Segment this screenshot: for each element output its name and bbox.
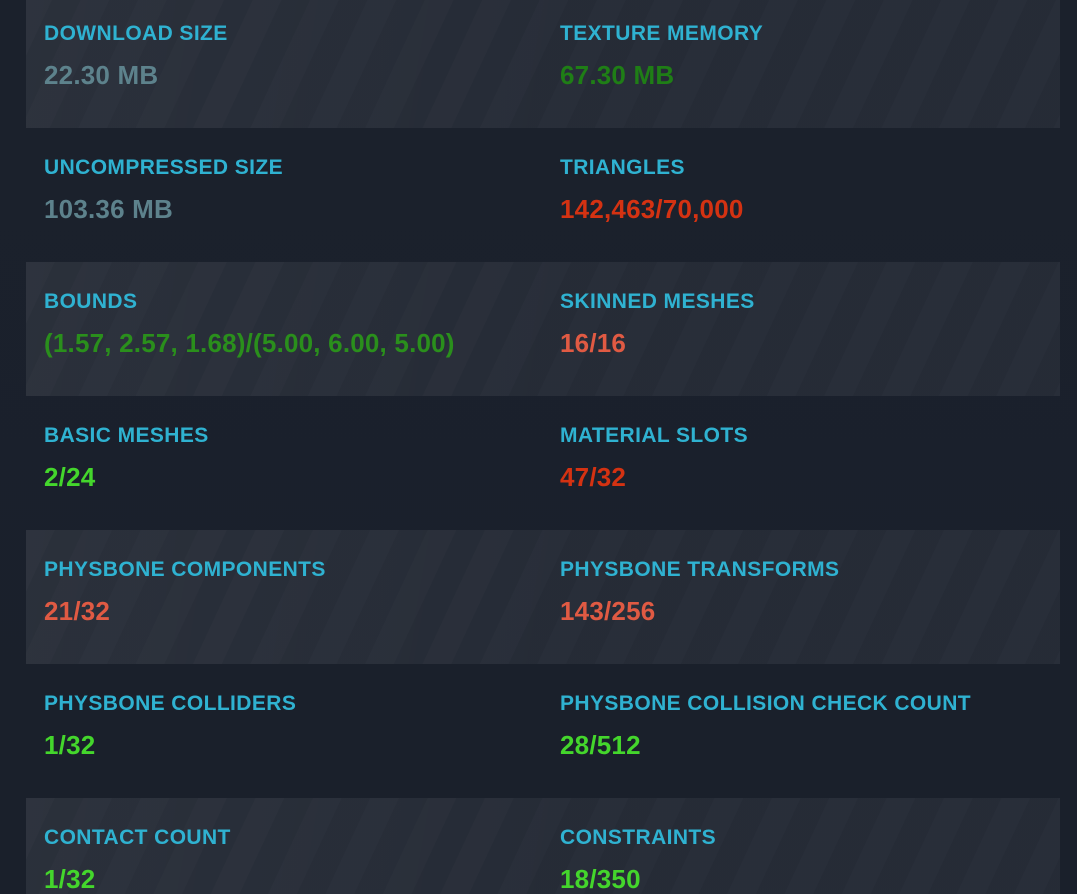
stat-value: 1/32 [44, 864, 96, 894]
stat-value: 142,463/70,000 [560, 194, 744, 224]
stat-label: PHYSBONE COLLISION CHECK COUNT [560, 692, 972, 715]
stat-label: CONTACT COUNT [44, 826, 231, 849]
stat-value: 2/24 [44, 462, 96, 492]
stat-value: 143/256 [560, 596, 656, 626]
stat-label: PHYSBONE COLLIDERS [44, 692, 297, 715]
stat-label: UNCOMPRESSED SIZE [44, 156, 283, 179]
stat-row-basic-material[interactable]: BASIC MESHES 2/24 MATERIAL SLOTS 47/32 [26, 396, 1060, 530]
stat-label: PHYSBONE COMPONENTS [44, 558, 326, 581]
stat-value: 21/32 [44, 596, 111, 626]
avatar-performance-stats-panel: DOWNLOAD SIZE 22.30 MB TEXTURE MEMORY 67… [0, 0, 1077, 894]
stat-label: SKINNED MESHES [560, 290, 755, 313]
stat-cell-physbone-collision-check-count: PHYSBONE COLLISION CHECK COUNT 28/512 [560, 691, 1060, 798]
stat-row-bounds-skinned[interactable]: BOUNDS (1.57, 2.57, 1.68)/(5.00, 6.00, 5… [26, 262, 1060, 396]
stat-value: 103.36 MB [44, 194, 173, 224]
stat-value: 16/16 [560, 328, 627, 358]
stat-value: 67.30 MB [560, 60, 675, 90]
stat-cell-triangles: TRIANGLES 142,463/70,000 [560, 155, 1060, 262]
stat-cell-bounds: BOUNDS (1.57, 2.57, 1.68)/(5.00, 6.00, 5… [44, 289, 560, 396]
stat-label: MATERIAL SLOTS [560, 424, 748, 447]
stat-row-contact-constraints[interactable]: CONTACT COUNT 1/32 CONSTRAINTS 18/350 [26, 798, 1060, 894]
stat-cell-constraints: CONSTRAINTS 18/350 [560, 825, 1060, 894]
stat-cell-physbone-transforms: PHYSBONE TRANSFORMS 143/256 [560, 557, 1060, 664]
stat-label: BOUNDS [44, 290, 138, 313]
stat-value: 22.30 MB [44, 60, 159, 90]
stat-row-physbone-components-transforms[interactable]: PHYSBONE COMPONENTS 21/32 PHYSBONE TRANS… [26, 530, 1060, 664]
stat-value: 1/32 [44, 730, 96, 760]
stat-cell-contact-count: CONTACT COUNT 1/32 [44, 825, 560, 894]
stat-cell-uncompressed-size: UNCOMPRESSED SIZE 103.36 MB [44, 155, 560, 262]
stat-cell-physbone-colliders: PHYSBONE COLLIDERS 1/32 [44, 691, 560, 798]
stat-value: (1.57, 2.57, 1.68)/(5.00, 6.00, 5.00) [44, 328, 455, 358]
stat-value: 28/512 [560, 730, 641, 760]
stat-label: DOWNLOAD SIZE [44, 22, 228, 45]
stat-label: TEXTURE MEMORY [560, 22, 764, 45]
stat-value: 18/350 [560, 864, 641, 894]
stat-row-physbone-colliders-collision[interactable]: PHYSBONE COLLIDERS 1/32 PHYSBONE COLLISI… [26, 664, 1060, 798]
stat-row-uncompressed-triangles[interactable]: UNCOMPRESSED SIZE 103.36 MB TRIANGLES 14… [26, 128, 1060, 262]
stat-row-download-texture[interactable]: DOWNLOAD SIZE 22.30 MB TEXTURE MEMORY 67… [26, 0, 1060, 128]
stat-cell-physbone-components: PHYSBONE COMPONENTS 21/32 [44, 557, 560, 664]
stat-cell-basic-meshes: BASIC MESHES 2/24 [44, 423, 560, 530]
stat-cell-material-slots: MATERIAL SLOTS 47/32 [560, 423, 1060, 530]
stat-cell-download-size: DOWNLOAD SIZE 22.30 MB [44, 21, 560, 128]
stat-value: 47/32 [560, 462, 627, 492]
stat-cell-texture-memory: TEXTURE MEMORY 67.30 MB [560, 21, 1060, 128]
stat-cell-skinned-meshes: SKINNED MESHES 16/16 [560, 289, 1060, 396]
stat-label: PHYSBONE TRANSFORMS [560, 558, 840, 581]
stat-label: TRIANGLES [560, 156, 685, 179]
stat-label: BASIC MESHES [44, 424, 209, 447]
stat-label: CONSTRAINTS [560, 826, 717, 849]
stats-row-list: DOWNLOAD SIZE 22.30 MB TEXTURE MEMORY 67… [0, 0, 1077, 894]
